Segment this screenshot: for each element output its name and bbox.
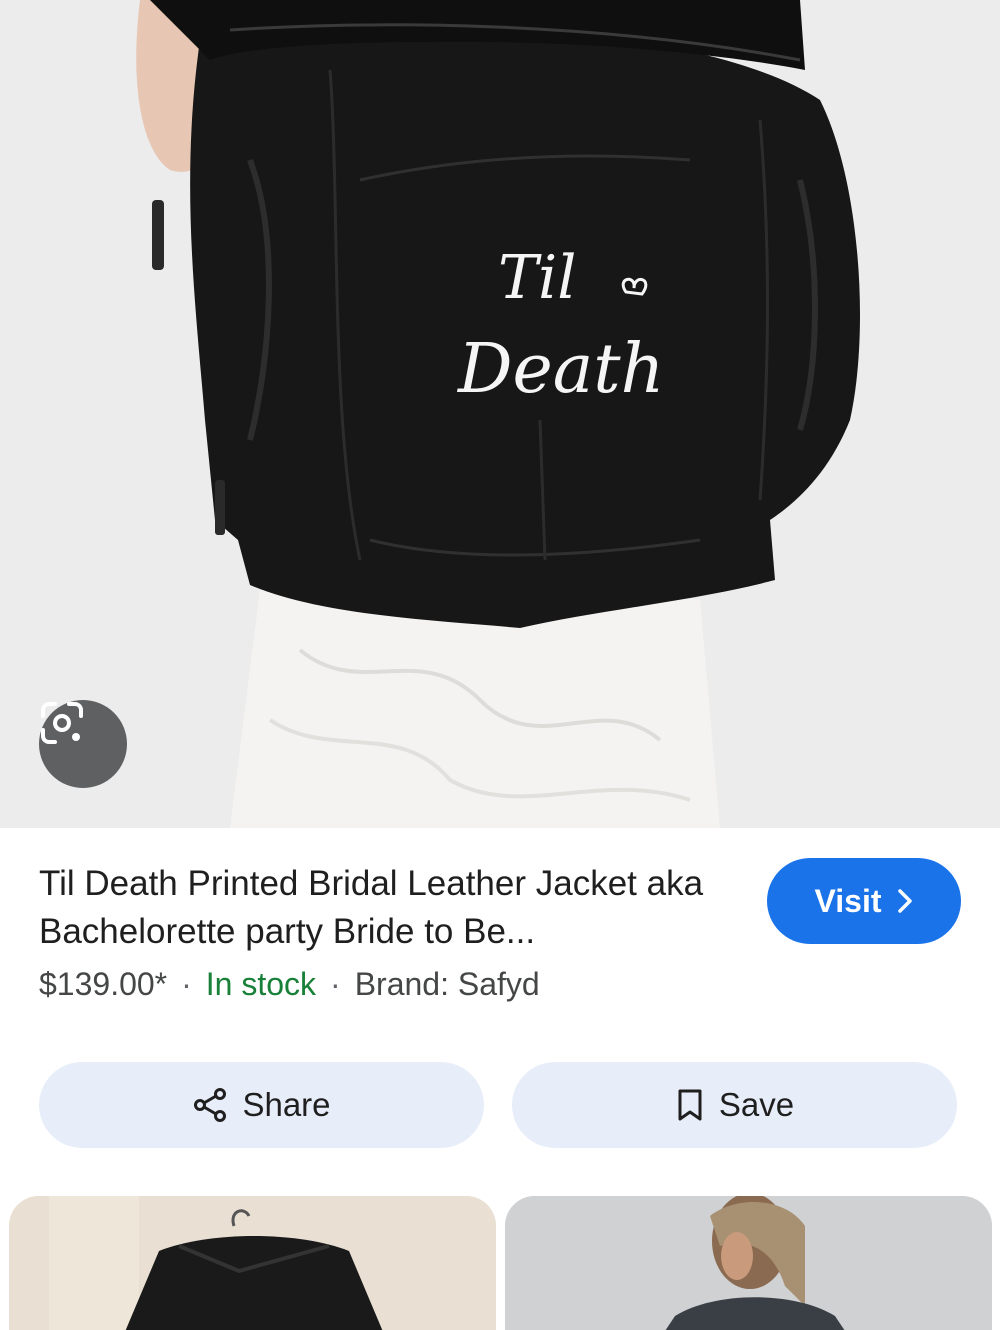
share-label: Share bbox=[242, 1086, 331, 1123]
separator-dot: · bbox=[330, 966, 341, 1002]
jacket-text-til: Til bbox=[498, 243, 576, 313]
product-meta: $139.00* · In stock · Brand: Safyd bbox=[39, 966, 540, 1003]
visit-label: Visit bbox=[814, 882, 882, 919]
related-image-1[interactable] bbox=[9, 1196, 496, 1330]
save-button[interactable]: Save bbox=[512, 1062, 957, 1148]
bookmark-icon bbox=[678, 1089, 702, 1121]
price: $139.00* bbox=[39, 966, 168, 1002]
jacket-text-death: Death bbox=[456, 330, 664, 409]
related-model-image bbox=[505, 1196, 992, 1330]
product-image[interactable]: Til Death bbox=[0, 0, 1000, 828]
product-title[interactable]: Til Death Printed Bridal Leather Jacket … bbox=[39, 860, 739, 956]
product-info-panel: Til Death Printed Bridal Leather Jacket … bbox=[0, 828, 1000, 1188]
save-label: Save bbox=[718, 1086, 795, 1123]
visit-button[interactable]: Visit bbox=[767, 858, 961, 944]
share-button[interactable]: Share bbox=[39, 1062, 484, 1148]
separator-dot: · bbox=[181, 966, 192, 1002]
chevron-right-icon bbox=[897, 889, 912, 913]
jacket-illustration: Til Death bbox=[136, 0, 861, 828]
google-lens-button[interactable] bbox=[39, 700, 127, 788]
related-image-2[interactable] bbox=[505, 1196, 992, 1330]
google-lens-icon bbox=[41, 702, 83, 744]
stock-status: In stock bbox=[205, 966, 317, 1002]
share-icon bbox=[194, 1088, 227, 1122]
brand: Brand: Safyd bbox=[354, 966, 540, 1002]
related-jacket-hanger-image bbox=[9, 1196, 496, 1330]
